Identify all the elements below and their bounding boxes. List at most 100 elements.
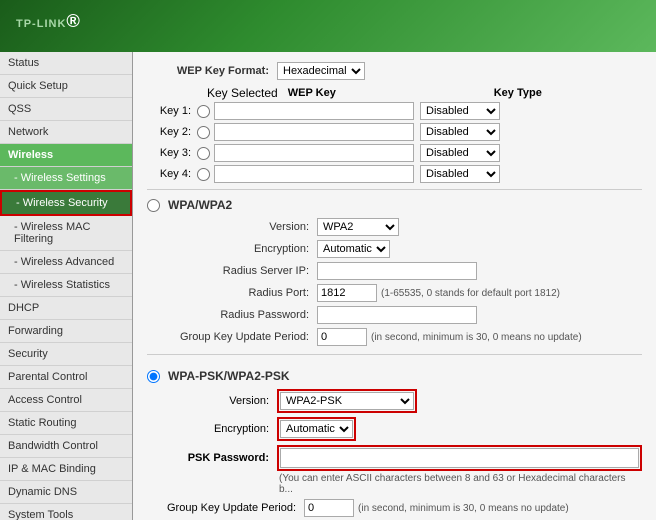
wpapsk-section-header: WPA-PSK/WPA2-PSK: [147, 369, 642, 383]
sidebar-item-parental[interactable]: Parental Control: [0, 366, 132, 389]
radius-port-row: Radius Port: (1-65535, 0 stands for defa…: [167, 284, 642, 302]
wpa-radio[interactable]: [147, 199, 160, 212]
wpa-version-select[interactable]: WPAWPA2WPA/WPA2: [317, 218, 399, 236]
sidebar-item-wireless-mac[interactable]: - Wireless MAC Filtering: [0, 216, 132, 251]
sidebar-item-dhcp[interactable]: DHCP: [0, 297, 132, 320]
sidebar-item-ip-mac[interactable]: IP & MAC Binding: [0, 458, 132, 481]
wpa-encryption-select[interactable]: AutomaticTKIPAES: [317, 240, 390, 258]
wep-format-label: WEP Key Format:: [147, 65, 277, 77]
key-3-row: Key 3: Disabled64bit128bit152bit: [147, 144, 642, 162]
wpa-version-row: Version: WPAWPA2WPA/WPA2: [167, 218, 642, 236]
key-4-radio[interactable]: [197, 168, 210, 181]
key-4-type[interactable]: Disabled64bit128bit152bit: [420, 165, 500, 183]
radius-pwd-row: Radius Password:: [167, 306, 642, 324]
sidebar-item-access[interactable]: Access Control: [0, 389, 132, 412]
key-2-label: Key 2:: [147, 126, 197, 138]
key-1-label: Key 1:: [147, 105, 197, 117]
header: TP-LINK®: [0, 0, 656, 52]
key-2-input[interactable]: [214, 123, 414, 141]
key-3-radio[interactable]: [197, 147, 210, 160]
radius-ip-row: Radius Server IP:: [167, 262, 642, 280]
key-3-type[interactable]: Disabled64bit128bit152bit: [420, 144, 500, 162]
wpa-group-key-row: Group Key Update Period: (in second, min…: [167, 328, 642, 346]
sidebar-item-wireless[interactable]: Wireless: [0, 144, 132, 167]
psk-password-outer: PSK Password:: [167, 445, 642, 471]
key-1-input[interactable]: [214, 102, 414, 120]
wep-col-headers: Key Selected WEP Key Key Type: [207, 86, 642, 100]
wpapsk-version-select[interactable]: WPA-PSKWPA2-PSKWPA-PSK/WPA2-PSK: [280, 392, 414, 410]
content-area: WEP Key Format: Hexadecimal Key Selected…: [133, 52, 656, 520]
wpapsk-group-key-label: Group Key Update Period:: [167, 502, 304, 514]
key-4-input[interactable]: [214, 165, 414, 183]
main-layout: Status Quick Setup QSS Network Wireless …: [0, 52, 656, 520]
key-1-type[interactable]: Disabled64bit128bit152bit: [420, 102, 500, 120]
wpapsk-outer: WPA-PSK/WPA2-PSK Version: WPA-PSKWPA2-PS…: [147, 361, 642, 520]
key-1-radio[interactable]: [197, 105, 210, 118]
radius-pwd-input[interactable]: [317, 306, 477, 324]
sidebar-item-wireless-advanced[interactable]: - Wireless Advanced: [0, 251, 132, 274]
divider-2: [147, 354, 642, 355]
wpa-group-key-note: (in second, minimum is 30, 0 means no up…: [371, 332, 582, 343]
wpa-group-key-label: Group Key Update Period:: [167, 331, 317, 343]
wpapsk-version-border: WPA-PSKWPA2-PSKWPA-PSK/WPA2-PSK: [277, 389, 417, 413]
sidebar-item-wireless-security[interactable]: - Wireless Security: [0, 190, 132, 216]
key-4-label: Key 4:: [147, 168, 197, 180]
wpa-encryption-row: Encryption: AutomaticTKIPAES: [167, 240, 642, 258]
sidebar-item-security[interactable]: Security: [0, 343, 132, 366]
wpa-group-key-input[interactable]: [317, 328, 367, 346]
wpapsk-label: WPA-PSK/WPA2-PSK: [168, 369, 290, 383]
sidebar-item-system-tools[interactable]: System Tools: [0, 504, 132, 520]
sidebar-item-qss[interactable]: QSS: [0, 98, 132, 121]
wpapsk-fields: Version: WPA-PSKWPA2-PSKWPA-PSK/WPA2-PSK…: [167, 389, 642, 517]
wpa-section: Version: WPAWPA2WPA/WPA2 Encryption: Aut…: [167, 218, 642, 346]
wpa-encryption-label: Encryption:: [167, 243, 317, 255]
radius-port-label: Radius Port:: [167, 287, 317, 299]
sidebar-item-quick-setup[interactable]: Quick Setup: [0, 75, 132, 98]
wpapsk-encryption-outer: Encryption: AutomaticTKIPAES: [167, 417, 642, 441]
key-2-row: Key 2: Disabled64bit128bit152bit: [147, 123, 642, 141]
wpapsk-version-label: Version:: [167, 395, 277, 407]
key-1-row: Key 1: Disabled64bit128bit152bit: [147, 102, 642, 120]
psk-password-input[interactable]: [280, 448, 639, 468]
key-4-row: Key 4: Disabled64bit128bit152bit: [147, 165, 642, 183]
radius-port-input[interactable]: [317, 284, 377, 302]
logo: TP-LINK®: [16, 10, 81, 41]
key-2-radio[interactable]: [197, 126, 210, 139]
wpapsk-group-key-note: (in second, minimum is 30, 0 means no up…: [358, 503, 569, 514]
wpa-label: WPA/WPA2: [168, 198, 232, 212]
radius-port-note: (1-65535, 0 stands for default port 1812…: [381, 288, 560, 299]
sidebar-item-status[interactable]: Status: [0, 52, 132, 75]
wpapsk-encryption-border: AutomaticTKIPAES: [277, 417, 356, 441]
divider-1: [147, 189, 642, 190]
key-3-input[interactable]: [214, 144, 414, 162]
key-3-label: Key 3:: [147, 147, 197, 159]
psk-label: PSK Password:: [167, 452, 277, 464]
radius-ip-label: Radius Server IP:: [167, 265, 317, 277]
wep-format-select[interactable]: Hexadecimal: [277, 62, 365, 80]
psk-note: (You can enter ASCII characters between …: [279, 473, 642, 495]
wpa-version-label: Version:: [167, 221, 317, 233]
wpapsk-version-outer: Version: WPA-PSKWPA2-PSKWPA-PSK/WPA2-PSK: [167, 389, 642, 413]
sidebar-item-network[interactable]: Network: [0, 121, 132, 144]
wpapsk-radio[interactable]: [147, 370, 160, 383]
logo-text: TP-LINK: [16, 18, 66, 30]
psk-border: [277, 445, 642, 471]
key-selected-label: Key Selected: [207, 86, 278, 100]
wpapsk-group-key-input[interactable]: [304, 499, 354, 517]
sidebar-item-wireless-settings[interactable]: - Wireless Settings: [0, 167, 132, 190]
sidebar-item-static-routing[interactable]: Static Routing: [0, 412, 132, 435]
wpapsk-group-key-row: Group Key Update Period: (in second, min…: [167, 499, 642, 517]
sidebar: Status Quick Setup QSS Network Wireless …: [0, 52, 133, 520]
wpapsk-content: WPA-PSK/WPA2-PSK Version: WPA-PSKWPA2-PS…: [147, 361, 642, 520]
sidebar-item-wireless-stats[interactable]: - Wireless Statistics: [0, 274, 132, 297]
wpapsk-encryption-select[interactable]: AutomaticTKIPAES: [280, 420, 353, 438]
logo-sup: ®: [66, 10, 81, 31]
wep-format-row: WEP Key Format: Hexadecimal: [147, 62, 642, 80]
sidebar-item-bandwidth[interactable]: Bandwidth Control: [0, 435, 132, 458]
key-2-type[interactable]: Disabled64bit128bit152bit: [420, 123, 500, 141]
radius-ip-input[interactable]: [317, 262, 477, 280]
sidebar-item-dynamic-dns[interactable]: Dynamic DNS: [0, 481, 132, 504]
app-root: TP-LINK® Status Quick Setup QSS Network …: [0, 0, 656, 520]
wpapsk-encryption-label: Encryption:: [167, 423, 277, 435]
sidebar-item-forwarding[interactable]: Forwarding: [0, 320, 132, 343]
